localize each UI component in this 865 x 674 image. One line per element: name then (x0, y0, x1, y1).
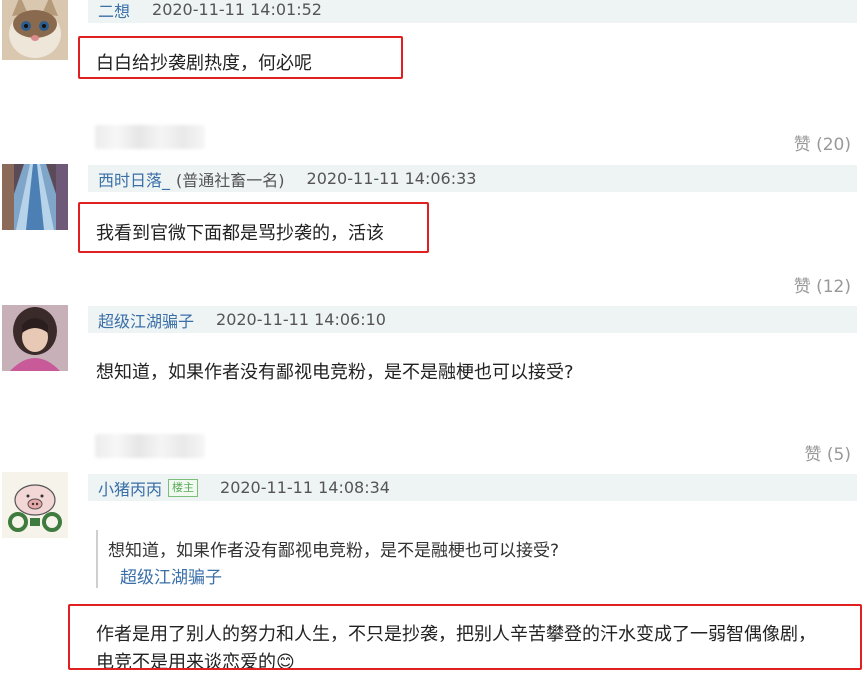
like-button[interactable]: 赞 (5) (805, 440, 851, 465)
comment-timestamp: 2020-11-11 14:06:10 (216, 310, 386, 329)
quoted-text: 想知道，如果作者没有鄙视电竞粉，是不是融梗也可以接受? (108, 541, 560, 561)
like-button[interactable]: 赞 (20) (794, 130, 851, 155)
highlight-box (78, 202, 429, 253)
highlight-box (68, 604, 862, 670)
op-badge: 楼主 (168, 478, 199, 497)
username-link[interactable]: 小猪丙丙 (98, 476, 162, 500)
like-button[interactable]: 赞 (12) (794, 272, 851, 297)
comment-text: 想知道，如果作者没有鄙视电竞粉，是不是融梗也可以接受? (96, 362, 574, 383)
username-link[interactable]: 二想 (98, 0, 130, 22)
comment-timestamp: 2020-11-11 14:06:33 (306, 169, 477, 188)
avatar-pig[interactable] (2, 472, 68, 538)
comment-header: 超级江湖骗子 2020-11-11 14:06:10 (88, 306, 857, 333)
avatar-ski-track[interactable] (2, 164, 68, 230)
comment-header: 二想 2020-11-11 14:01:52 (88, 0, 857, 23)
comment-timestamp: 2020-11-11 14:08:34 (220, 478, 390, 497)
comment-header: 小猪丙丙 楼主 2020-11-11 14:08:34 (88, 474, 857, 501)
quoted-author-link[interactable]: 超级江湖骗子 (120, 563, 222, 588)
blurred-replies-placeholder (95, 434, 205, 458)
comment-header: 西时日落_ (普通社畜一名) 2020-11-11 14:06:33 (88, 165, 857, 192)
username-link[interactable]: 超级江湖骗子 (98, 308, 194, 332)
quoted-reply: 想知道，如果作者没有鄙视电竞粉，是不是融梗也可以接受? 超级江湖骗子 (96, 530, 618, 588)
comment-timestamp: 2020-11-11 14:01:52 (152, 0, 322, 19)
user-level: (普通社畜一名) (176, 170, 285, 190)
highlight-box (78, 36, 403, 79)
avatar-girl[interactable] (2, 305, 68, 371)
username-link[interactable]: 西时日落_ (98, 167, 170, 191)
blurred-replies-placeholder (95, 125, 205, 149)
avatar-cat[interactable] (2, 0, 68, 60)
